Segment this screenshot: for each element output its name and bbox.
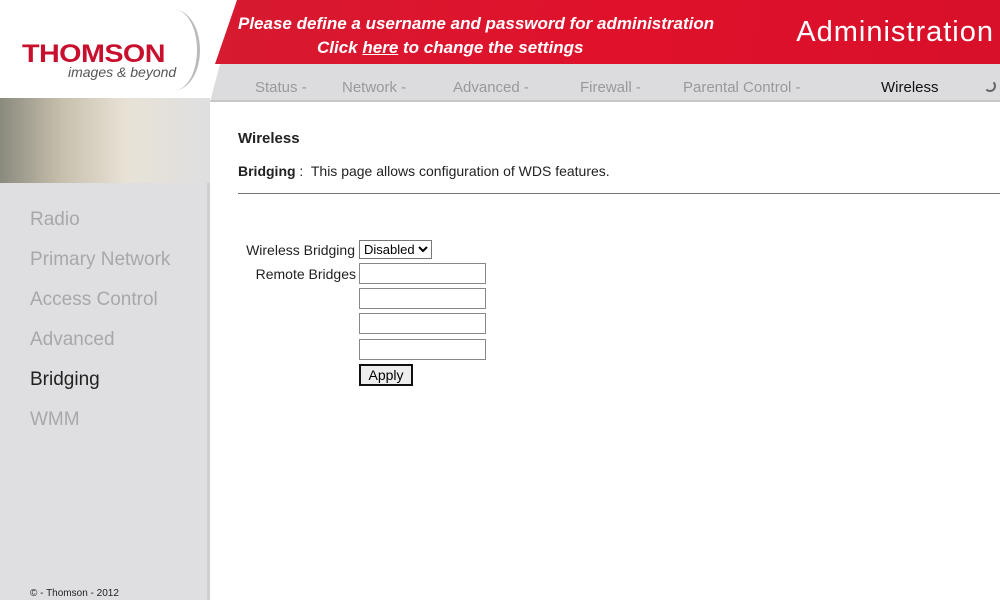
change-settings-link[interactable]: here	[362, 38, 398, 57]
thomson-logo: THOMSON images & beyond	[0, 0, 230, 98]
tab-advanced[interactable]: Advanced -	[453, 79, 529, 96]
desc-sep: :	[295, 163, 308, 179]
top-nav: Status - Network - Advanced - Firewall -…	[210, 64, 1000, 102]
banner-text: Click	[317, 38, 363, 57]
page-description: Bridging : This page allows configuratio…	[238, 163, 610, 179]
remote-bridges-label: Remote Bridges	[255, 266, 356, 282]
wireless-bridging-label: Wireless Bridging	[246, 242, 355, 258]
sidebar-item-access-control[interactable]: Access Control	[30, 289, 158, 311]
apply-button[interactable]: Apply	[359, 364, 413, 386]
logo-tagline: images & beyond	[68, 64, 177, 80]
tab-parental-control[interactable]: Parental Control -	[683, 79, 801, 96]
sidebar-item-radio[interactable]: Radio	[30, 209, 80, 231]
section-title: Administration	[796, 16, 994, 48]
sidebar-item-primary-network[interactable]: Primary Network	[30, 249, 170, 271]
remote-bridge-input-2[interactable]	[359, 288, 486, 309]
desc-text: This page allows configuration of WDS fe…	[310, 163, 610, 179]
sidebar-item-wmm[interactable]: WMM	[30, 409, 80, 431]
remote-bridge-input-1[interactable]	[359, 263, 486, 284]
banner-text: to change the settings	[398, 38, 584, 57]
remote-bridge-input-3[interactable]	[359, 313, 486, 334]
sidebar-item-bridging[interactable]: Bridging	[30, 369, 100, 391]
tab-network[interactable]: Network -	[342, 79, 406, 96]
sidebar-item-advanced[interactable]: Advanced	[30, 329, 115, 351]
tab-firewall[interactable]: Firewall -	[580, 79, 641, 96]
divider	[238, 193, 1000, 194]
loading-spinner-icon	[984, 80, 996, 92]
wireless-bridging-select[interactable]: Disabled	[359, 240, 432, 259]
desc-label: Bridging	[238, 163, 296, 179]
tab-status[interactable]: Status -	[255, 79, 307, 96]
tab-wireless[interactable]: Wireless	[881, 79, 939, 96]
header-banner: Please define a username and password fo…	[215, 0, 1000, 64]
header-photo	[0, 98, 210, 183]
sidebar: Radio Primary Network Access Control Adv…	[0, 98, 210, 600]
copyright: © - Thomson - 2012	[30, 588, 119, 599]
page-title: Wireless	[238, 130, 300, 147]
banner-message: Please define a username and password fo…	[238, 14, 715, 33]
banner-message-2: Click here to change the settings	[317, 38, 583, 58]
remote-bridge-input-4[interactable]	[359, 339, 486, 360]
